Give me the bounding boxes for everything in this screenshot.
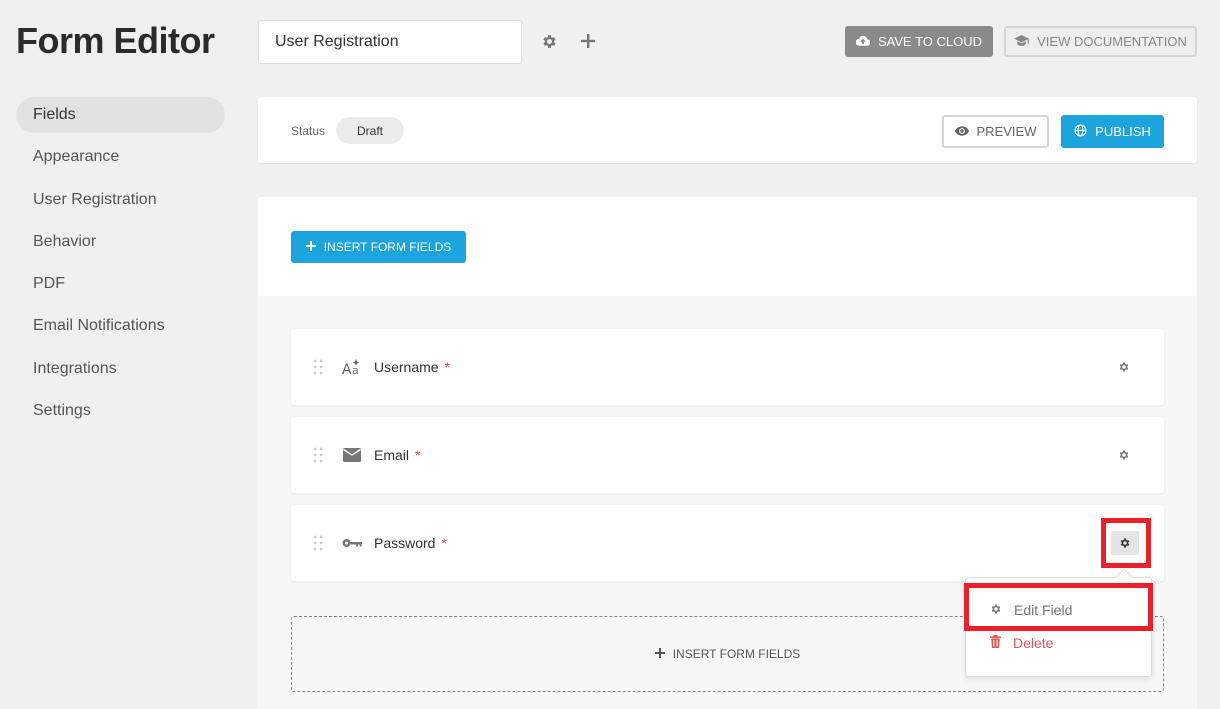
field-settings-gear-icon[interactable] [1113,355,1135,379]
plus-icon [654,647,665,661]
sidebar-item-settings[interactable]: Settings [16,393,225,429]
publish-label: PUBLISH [1095,124,1151,139]
view-documentation-button[interactable]: VIEW DOCUMENTATION [1004,26,1197,57]
add-form-plus-icon[interactable] [578,31,598,51]
svg-text:a: a [352,364,359,376]
sidebar-item-appearance[interactable]: Appearance [16,139,225,175]
preview-button[interactable]: PREVIEW [942,115,1049,148]
status-label: Status [291,124,326,138]
form-settings-gear-icon[interactable] [539,31,559,51]
sidebar-item-integrations[interactable]: Integrations [16,351,225,387]
drag-handle-icon[interactable] [313,359,323,375]
sidebar: Fields Appearance User Registration Beha… [16,97,225,435]
sidebar-item-pdf[interactable]: PDF [16,266,225,302]
insert-form-fields-button[interactable]: INSERT FORM FIELDS [291,231,466,263]
publish-button[interactable]: PUBLISH [1061,115,1164,148]
form-name-input[interactable] [258,20,522,64]
insert-form-fields-label: INSERT FORM FIELDS [323,240,452,254]
highlight-box-edit-field [964,583,1153,631]
app-title: Form Editor [16,20,215,61]
sidebar-item-behavior[interactable]: Behavior [16,224,225,260]
save-to-cloud-label: SAVE TO CLOUD [877,34,983,49]
required-asterisk: * [444,359,451,375]
text-style-icon: Aa [341,356,363,378]
graduation-cap-icon [1014,34,1029,49]
plus-icon [305,240,316,254]
cloud-upload-icon [855,34,871,49]
drag-handle-icon[interactable] [313,447,323,463]
trash-icon [990,635,1001,651]
field-row-username[interactable]: Aa Username * [291,329,1164,405]
sidebar-item-email-notifications[interactable]: Email Notifications [16,308,225,344]
highlight-box-gear [1101,518,1151,568]
status-badge: Draft [336,117,404,144]
preview-label: PREVIEW [976,124,1037,139]
field-label-email: Email * [374,447,421,463]
save-to-cloud-button[interactable]: SAVE TO CLOUD [845,26,993,57]
status-card: Status Draft PREVIEW PUBLISH [258,97,1197,163]
field-row-email[interactable]: Email * [291,417,1164,493]
sidebar-item-user-registration[interactable]: User Registration [16,182,225,218]
sidebar-item-fields[interactable]: Fields [16,97,225,133]
fields-panel-header: INSERT FORM FIELDS [258,197,1197,296]
envelope-icon [341,444,363,466]
delete-label: Delete [1013,635,1054,651]
globe-icon [1074,124,1087,140]
field-row-password[interactable]: Password * [291,505,1164,581]
view-documentation-label: VIEW DOCUMENTATION [1037,34,1187,49]
menu-item-delete[interactable]: Delete [966,627,1151,659]
required-asterisk: * [441,535,447,551]
field-label-password: Password * [374,535,447,551]
drag-handle-icon[interactable] [313,535,323,551]
required-asterisk: * [415,447,421,463]
svg-text:A: A [342,362,352,376]
insert-form-fields-dropzone-label: INSERT FORM FIELDS [672,647,801,661]
key-icon [341,532,363,554]
field-settings-gear-icon[interactable] [1113,443,1135,467]
eye-icon [954,124,969,139]
field-label-username: Username * [374,359,451,375]
